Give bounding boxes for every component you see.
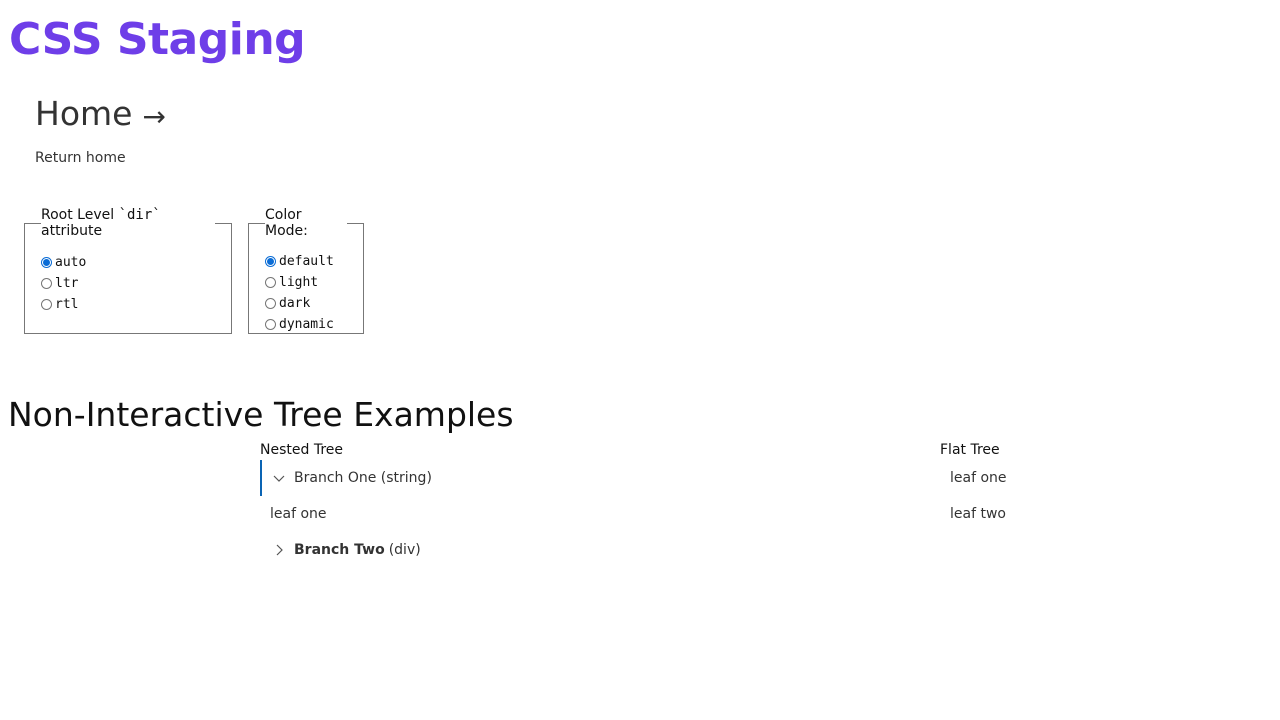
radio-button[interactable] — [265, 319, 276, 330]
radio-label: auto — [55, 255, 87, 270]
radio-label: ltr — [55, 276, 79, 291]
branch-one-label: Branch One (string) — [294, 470, 432, 486]
tree-branch-one: Branch One (string) — [260, 460, 432, 496]
radio-label: rtl — [55, 297, 79, 312]
color-mode-legend: Color Mode: — [265, 207, 308, 239]
legend-code: `dir` — [118, 207, 161, 223]
chevron-right-icon — [276, 544, 283, 556]
color-option-light[interactable]: light — [265, 272, 347, 293]
color-option-dynamic[interactable]: dynamic — [265, 314, 347, 335]
flat-tree-leaf: leaf one — [950, 470, 1007, 486]
flat-tree-leaf: leaf two — [950, 506, 1006, 522]
radio-label: light — [279, 275, 319, 290]
tree-leaf-one: leaf one — [270, 506, 327, 522]
radio-button[interactable] — [265, 277, 276, 288]
home-link-label: Home — [35, 94, 133, 133]
dir-option-auto[interactable]: auto — [41, 252, 215, 273]
radio-button[interactable] — [41, 278, 52, 289]
tree-branch-two: Branch Two (div) — [262, 532, 421, 568]
dir-attribute-legend: Root Level `dir` attribute — [41, 207, 215, 239]
radio-button[interactable] — [265, 298, 276, 309]
chevron-down-icon — [273, 475, 285, 482]
radio-label: dark — [279, 296, 311, 311]
dir-option-rtl[interactable]: rtl — [41, 294, 215, 315]
home-link[interactable]: Home → — [35, 90, 166, 138]
color-option-dark[interactable]: dark — [265, 293, 347, 314]
branch-two-suffix: (div) — [388, 542, 421, 558]
flat-tree-heading: Flat Tree — [940, 442, 1000, 458]
dir-option-ltr[interactable]: ltr — [41, 273, 215, 294]
dir-radio-group: auto ltr rtl — [41, 252, 215, 315]
color-mode-fieldset: Color Mode: default light dark dynamic — [248, 207, 364, 334]
right-arrow-icon: → — [142, 100, 166, 133]
legend-suffix: attribute — [41, 223, 103, 239]
app-title: CSS Staging — [9, 14, 306, 65]
nested-tree-heading: Nested Tree — [260, 442, 343, 458]
radio-label: default — [279, 254, 334, 269]
radio-button[interactable] — [41, 257, 52, 268]
section-title: Non-Interactive Tree Examples — [8, 395, 514, 434]
legend-prefix: Root Level — [41, 207, 119, 223]
radio-label: dynamic — [279, 317, 334, 332]
dir-attribute-fieldset: Root Level `dir` attribute auto ltr rtl — [24, 207, 232, 334]
radio-button[interactable] — [265, 256, 276, 267]
return-home-text: Return home — [35, 150, 126, 166]
branch-two-label: Branch Two — [294, 542, 385, 558]
color-mode-radio-group: default light dark dynamic — [265, 251, 347, 335]
color-option-default[interactable]: default — [265, 251, 347, 272]
radio-button[interactable] — [41, 299, 52, 310]
